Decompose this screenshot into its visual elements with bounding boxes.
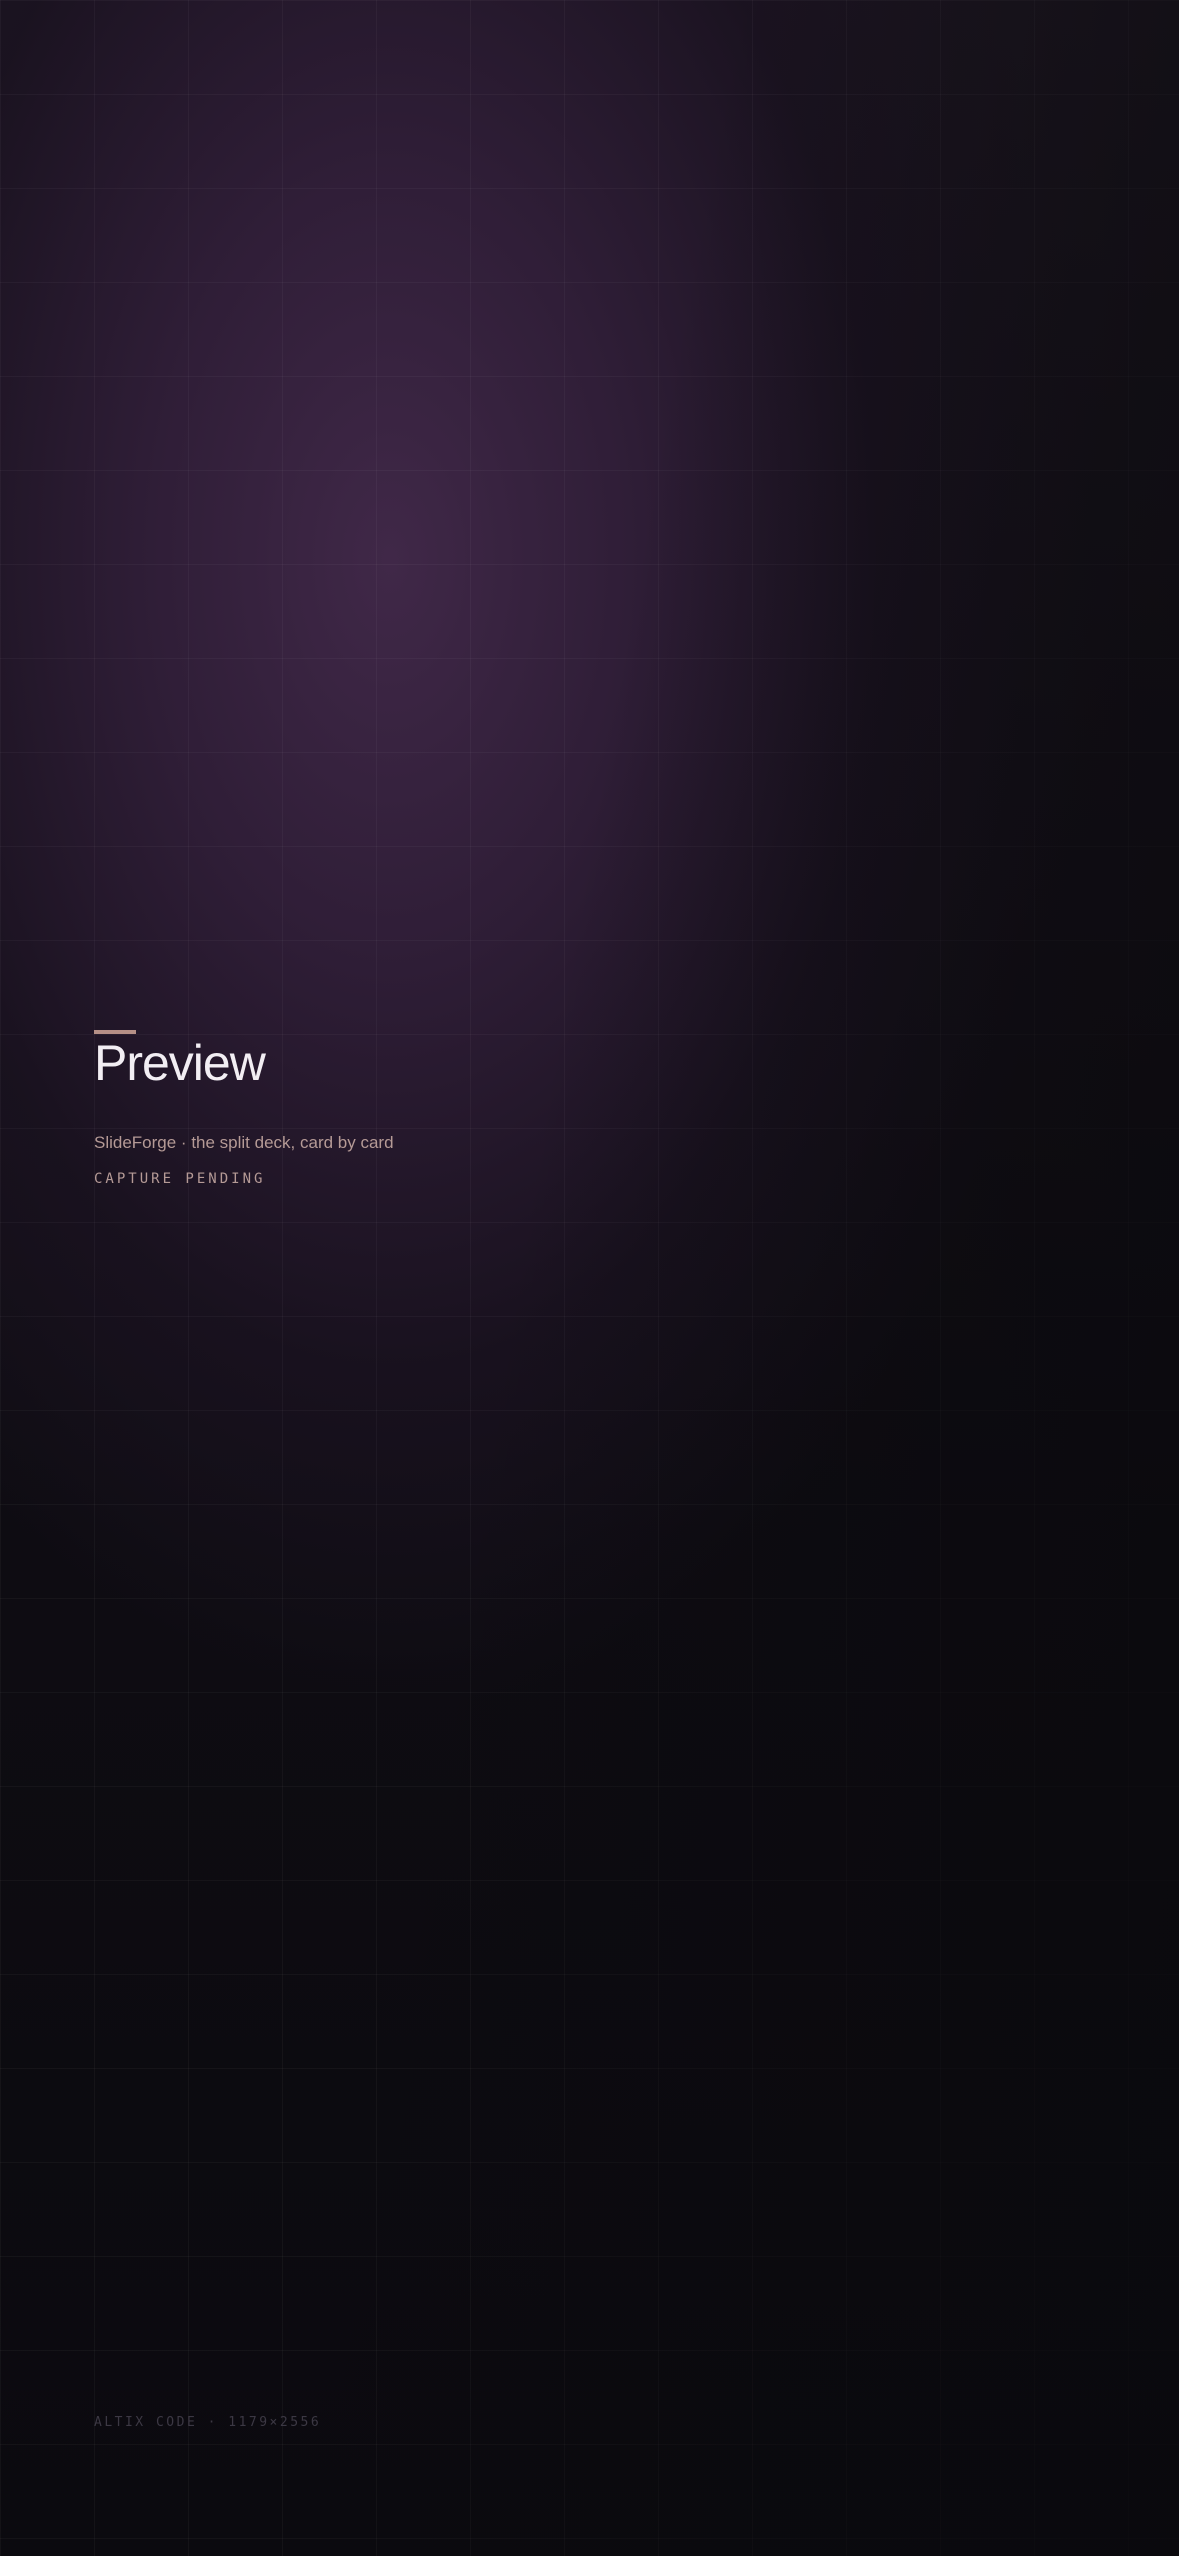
preview-content: Preview SlideForge · the split deck, car… <box>94 1030 994 1187</box>
status-label: CAPTURE PENDING <box>94 1171 266 1187</box>
background-vignette <box>0 0 1179 2556</box>
preview-screen: Preview SlideForge · the split deck, car… <box>0 0 1179 2556</box>
footer-caption: ALTIX CODE · 1179×2556 <box>94 2415 322 2430</box>
title-accent-bar <box>94 1030 136 1034</box>
background-grid <box>0 0 1179 2556</box>
page-title: Preview <box>94 1035 266 1091</box>
page-subtitle: SlideForge · the split deck, card by car… <box>94 1133 394 1152</box>
